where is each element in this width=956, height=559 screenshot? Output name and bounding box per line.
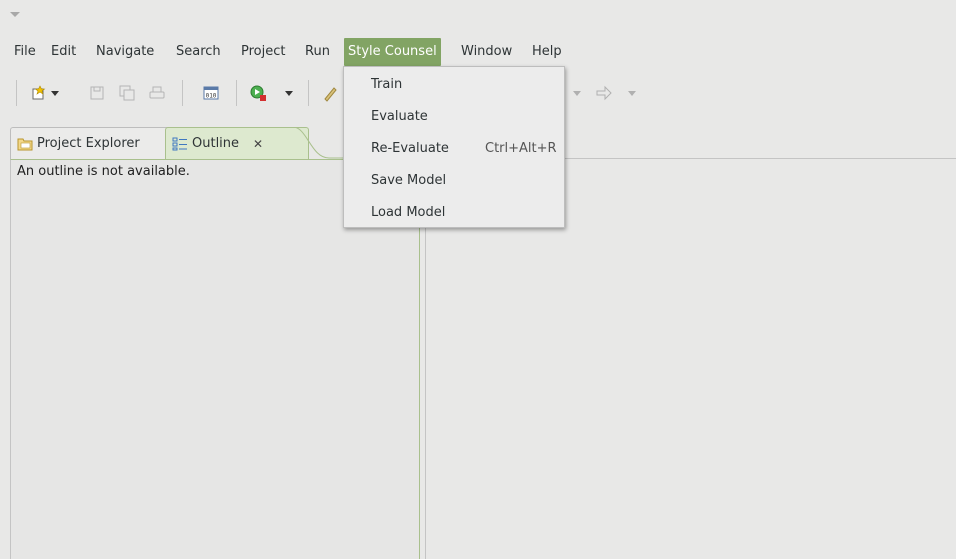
run-icon[interactable] <box>250 84 268 102</box>
menu-item-save-model[interactable]: Save Model <box>345 165 563 197</box>
menu-item-shortcut: Ctrl+Alt+R <box>485 141 557 156</box>
menu-item-load-model[interactable]: Load Model <box>345 197 563 229</box>
menu-style-counsel[interactable]: Style Counsel <box>344 38 441 66</box>
run-dropdown-icon[interactable] <box>285 91 293 96</box>
menu-run[interactable]: Run <box>301 38 334 66</box>
menu-item-label: Load Model <box>371 205 446 220</box>
menu-item-label: Train <box>371 77 403 92</box>
save-all-icon[interactable] <box>118 84 136 102</box>
close-icon[interactable]: ✕ <box>253 128 263 160</box>
style-counsel-menu: Train Evaluate Re-Evaluate Ctrl+Alt+R Sa… <box>343 66 565 228</box>
toolbar-separator <box>16 80 17 106</box>
menu-help[interactable]: Help <box>528 38 566 66</box>
back-dropdown-icon[interactable] <box>573 91 581 96</box>
menu-bar: File Edit Navigate Search Project Run St… <box>0 38 956 66</box>
project-explorer-icon <box>17 138 33 151</box>
toolbar-separator <box>182 80 183 106</box>
menu-window[interactable]: Window <box>457 38 516 66</box>
toolbar-separator <box>236 80 237 106</box>
tab-project-explorer[interactable]: Project Explorer <box>10 127 172 160</box>
print-icon[interactable] <box>148 84 166 102</box>
menu-item-evaluate[interactable]: Evaluate <box>345 101 563 133</box>
new-dropdown-icon[interactable] <box>51 91 59 96</box>
title-bar <box>0 0 956 34</box>
brush-icon[interactable] <box>322 84 340 102</box>
menu-item-label: Save Model <box>371 173 447 188</box>
menu-item-re-evaluate[interactable]: Re-Evaluate Ctrl+Alt+R <box>345 133 563 165</box>
tab-outline[interactable]: Outline ✕ <box>165 127 309 160</box>
toolbar-separator <box>308 80 309 106</box>
new-wizard-icon[interactable] <box>30 84 48 102</box>
next-edit-icon[interactable] <box>595 84 613 102</box>
menu-search[interactable]: Search <box>172 38 225 66</box>
menu-item-train[interactable]: Train <box>345 69 563 101</box>
tab-label: Project Explorer <box>37 136 140 151</box>
window-menu-icon[interactable] <box>10 12 20 17</box>
menu-project[interactable]: Project <box>237 38 289 66</box>
outline-icon <box>172 137 187 151</box>
menu-edit[interactable]: Edit <box>47 38 80 66</box>
save-icon[interactable] <box>88 84 106 102</box>
menu-item-label: Re-Evaluate <box>371 141 449 156</box>
tab-label: Outline <box>192 136 240 151</box>
forward-dropdown-icon[interactable] <box>628 91 636 96</box>
outline-message: An outline is not available. <box>17 164 190 179</box>
menu-navigate[interactable]: Navigate <box>92 38 158 66</box>
menu-item-label: Evaluate <box>371 109 428 124</box>
svg-text:010: 010 <box>206 93 217 100</box>
binary-file-icon[interactable]: 010 <box>202 84 220 102</box>
menu-file[interactable]: File <box>10 38 40 66</box>
